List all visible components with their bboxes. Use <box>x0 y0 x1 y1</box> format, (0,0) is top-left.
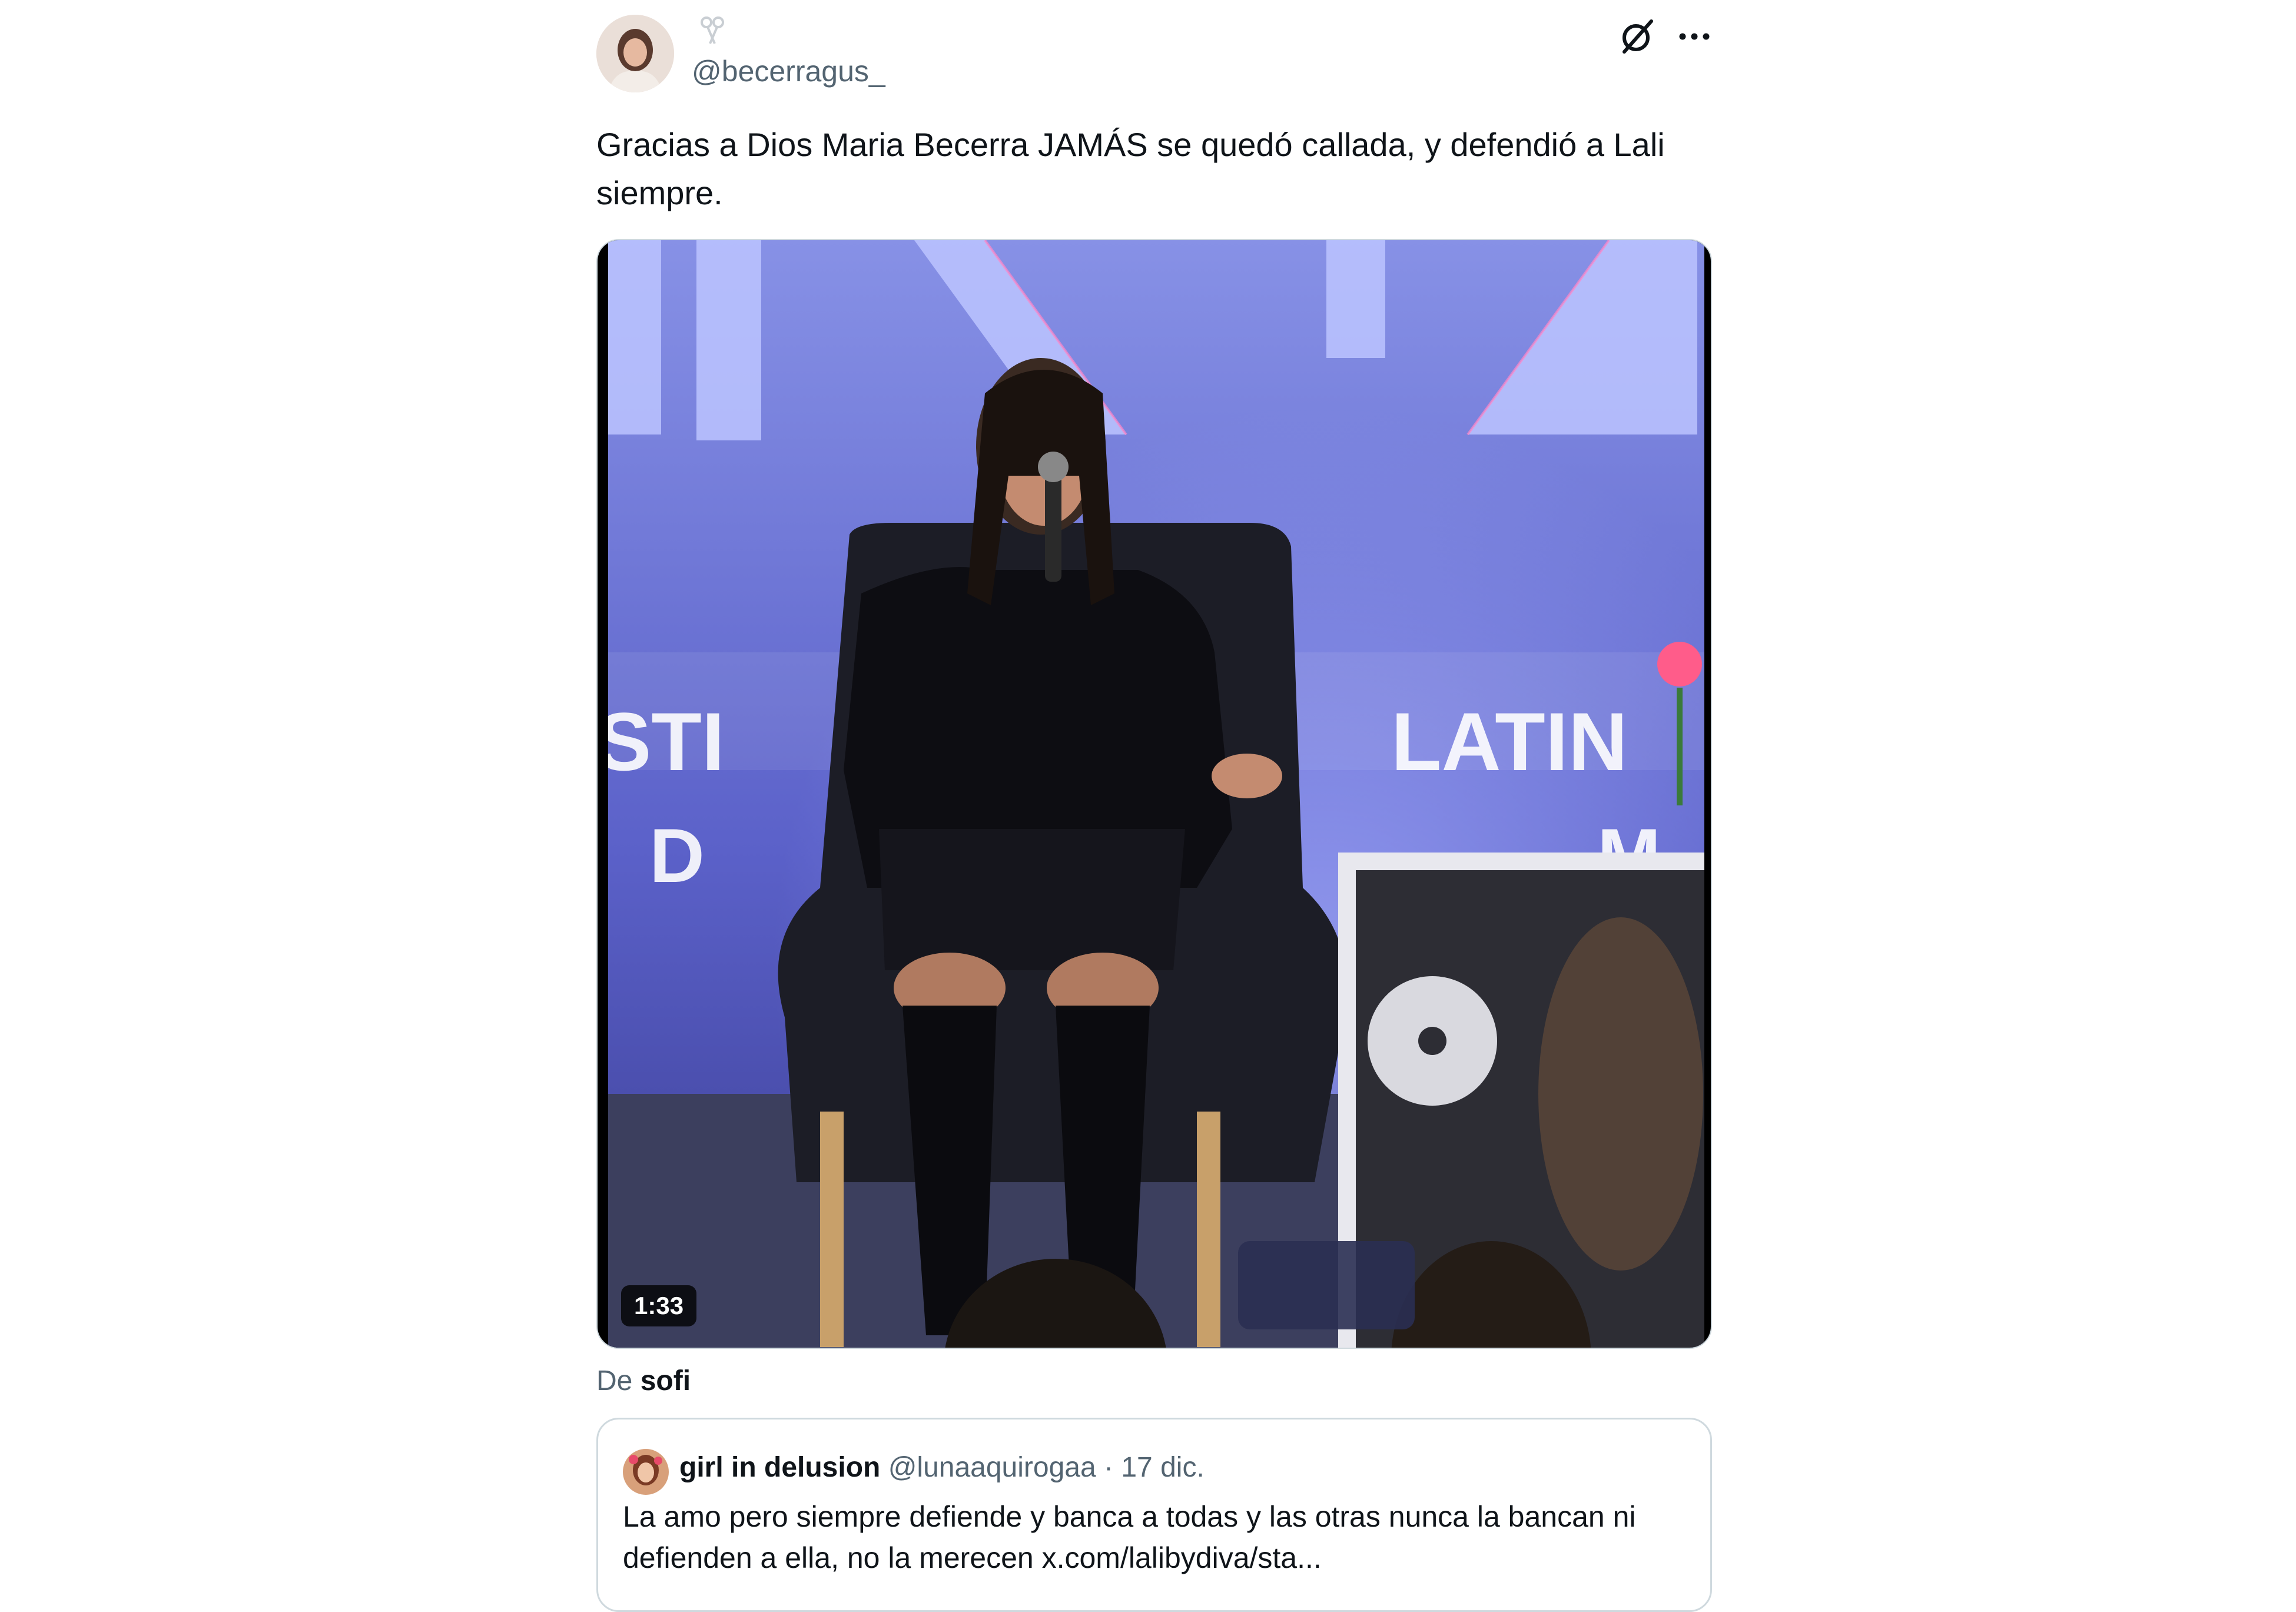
tweet-text: Gracias a Dios Maria Becerra JAMÁS se qu… <box>596 126 1665 211</box>
quoted-tweet-text: La amo pero siempre defiende y banca a t… <box>623 1500 1636 1574</box>
video-frame: STI LATIN D M <box>608 240 1704 1348</box>
attribution-author[interactable]: sofi <box>641 1365 691 1397</box>
quoted-timestamp[interactable]: 17 dic. <box>1121 1452 1204 1483</box>
stage-text-left: STI <box>608 695 725 788</box>
quoted-tweet-meta: girl in delusion @lunaaquirogaa · 17 dic… <box>679 1451 1205 1484</box>
video-duration-badge: 1:33 <box>621 1285 697 1326</box>
video-attribution[interactable]: De sofi <box>596 1365 691 1397</box>
ribbon-emoji-icon[interactable] <box>695 14 730 49</box>
quoted-author-avatar[interactable] <box>623 1449 669 1495</box>
stage-text-lower-left: D <box>649 812 705 898</box>
attribution-prefix: De <box>596 1365 633 1397</box>
quoted-author-handle[interactable]: @lunaaquirogaa <box>888 1452 1096 1483</box>
quoted-tweet[interactable]: girl in delusion @lunaaquirogaa · 17 dic… <box>596 1418 1712 1612</box>
quoted-author-name[interactable]: girl in delusion <box>679 1452 880 1483</box>
more-icon[interactable] <box>1673 15 1716 58</box>
author-handle[interactable]: @becerragus_ <box>692 54 885 88</box>
video-player[interactable]: STI LATIN D M <box>596 239 1712 1349</box>
stage-text-right: LATIN <box>1391 695 1628 788</box>
quoted-separator: · <box>1104 1452 1114 1483</box>
author-avatar[interactable] <box>596 15 674 92</box>
grok-icon[interactable] <box>1616 15 1658 58</box>
